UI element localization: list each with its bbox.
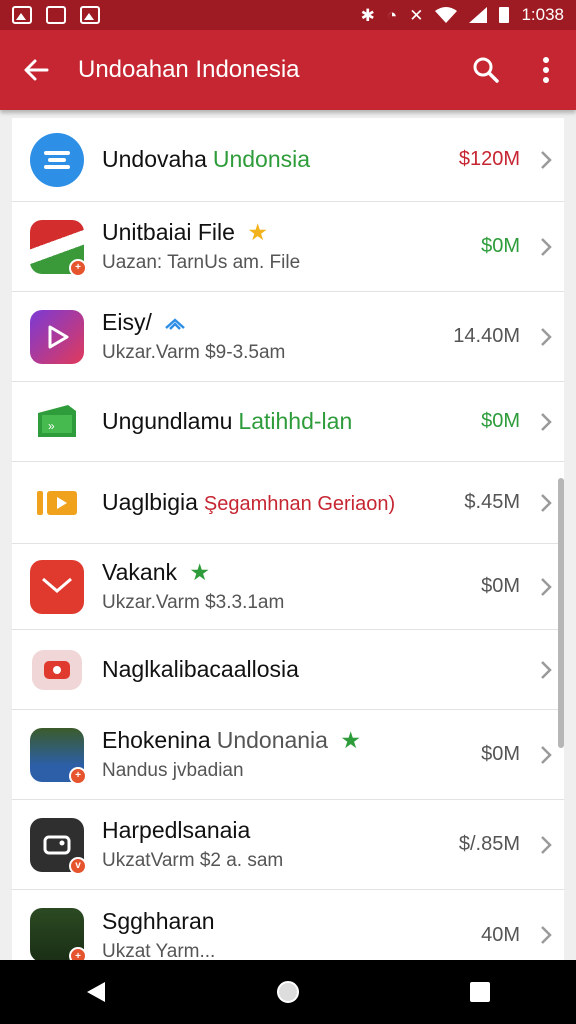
wifi-icon [435,7,458,23]
item-subtitle: Ukzar.Varm $3.3.1am [102,592,285,613]
search-icon [473,57,499,83]
list-item[interactable]: + Unitbaiai File ★ Uazan: TarnUs am. Fil… [12,202,564,292]
star-icon: ★ [189,559,211,585]
chevron-right-icon [528,925,564,945]
nav-home-button[interactable] [258,960,318,1024]
star-icon: ★ [247,219,268,245]
item-value: 14.40M [453,325,520,347]
list-item[interactable]: v Harpedlsanaia UkzatVarm $2 a. sam $/.8… [12,800,564,890]
chevron-right-icon [528,412,564,432]
home-circle-icon [277,981,299,1003]
arrow-back-icon [24,59,49,81]
nav-recents-button[interactable] [450,960,510,1024]
search-button[interactable] [456,30,516,110]
chevron-right-icon [528,835,564,855]
back-button[interactable] [0,30,72,110]
svg-text:»: » [48,419,55,433]
item-value: $120M [458,148,520,170]
item-name: Naglkalibacaallosia [102,656,299,682]
item-value: $0M [481,235,520,257]
item-tag: Undonania [216,727,328,753]
status-time: 1:038 [521,5,564,24]
item-value: $0M [481,743,520,765]
item-name: Undovaha [102,146,207,172]
app-icon-sports: + [30,908,87,960]
chat-icon [46,6,66,24]
item-name: Sgghharan [102,907,215,934]
signal-icon [469,7,488,23]
app-icon-mail [30,559,84,614]
item-name: Unitbaiai File [102,219,235,245]
app-icon-flag: + [30,219,87,277]
star-icon: ★ [340,727,361,753]
list-item[interactable]: Eisy/ Ukzar.Varm $9-3.5am 14.40M [12,292,564,382]
image-icon [12,6,32,24]
item-name: Eisy/ [102,309,152,335]
list-item[interactable]: + Sgghharan Ukzat Yarm... 40M [12,890,564,960]
vibrate-icon: ✕ [409,5,424,25]
item-subtitle: UkzatVarm $2 a. sam [102,850,284,871]
list-item[interactable]: Vakank ★ Ukzar.Varm $3.3.1am $0M [12,544,564,630]
chevron-right-icon [528,327,564,347]
item-name: Ungundlamu [102,408,233,434]
app-icon-money: » [30,395,84,449]
more-vert-icon [543,57,549,83]
bluetooth-icon: ✱ [360,5,375,25]
item-value: $/.85M [458,833,520,855]
back-triangle-icon [87,982,105,1002]
item-tag: Latihhd-lan [238,408,353,434]
chevron-right-icon [528,237,564,257]
app-icon-blue [30,132,84,187]
item-tag: Şegamhnan Geriaon) [203,493,396,515]
item-value: 40M [481,923,520,946]
badge-icon: + [69,947,87,960]
nav-back-button[interactable] [66,960,126,1024]
wifi-chevron-icon [165,318,186,330]
badge-icon: + [69,258,87,277]
app-bar: Undoahan Indonesia [0,30,576,110]
status-bar: ✱ ◔ ✕ 1:038 [0,0,576,30]
item-subtitle: Uazan: TarnUs am. File [102,252,301,273]
photo-icon [80,6,100,24]
list-item[interactable]: » Ungundlamu Latihhd-lan $0M [12,382,564,462]
item-subtitle: Ukzat Yarm... [102,940,216,961]
list-item[interactable]: Undovaha Undonsia $120M [12,118,564,202]
app-list: Undovaha Undonsia $120M + Unitbaiai File … [12,118,564,960]
item-subtitle: Nandus jvbadian [102,760,244,781]
item-tag: Undonsia [212,146,311,172]
page-title: Undoahan Indonesia [78,56,300,83]
app-icon-camera: v [30,817,87,875]
badge-icon: v [69,856,87,875]
list-item[interactable]: Naglkalibacaallosia [12,630,564,710]
item-value: $0M [481,410,520,432]
item-name: Uaglbigia [102,489,198,515]
chevron-right-icon [528,150,564,170]
item-subtitle: Ukzar.Varm $9-3.5am [102,342,286,363]
app-icon-record [32,649,82,690]
badge-icon: + [69,766,87,785]
item-value: $.45M [464,491,520,513]
app-icon-media [30,476,84,530]
scrollbar[interactable] [558,478,564,748]
list-item[interactable]: Uaglbigia Şegamhnan Geriaon) $.45M [12,462,564,544]
item-name: Ehokenina [102,727,211,753]
recents-square-icon [470,982,490,1002]
item-value: $0M [481,575,520,597]
item-name: Harpedlsanaia [102,817,251,843]
battery-icon [499,7,510,23]
item-name: Vakank [102,559,178,585]
app-icon-play [30,309,84,364]
system-nav-bar [0,960,576,1024]
more-options-button[interactable] [516,30,576,110]
alarm-icon: ◔ [386,5,398,25]
app-icon-photo: + [30,727,87,785]
list-item[interactable]: + Ehokenina Undonania ★ Nandus jvbadian $… [12,710,564,800]
